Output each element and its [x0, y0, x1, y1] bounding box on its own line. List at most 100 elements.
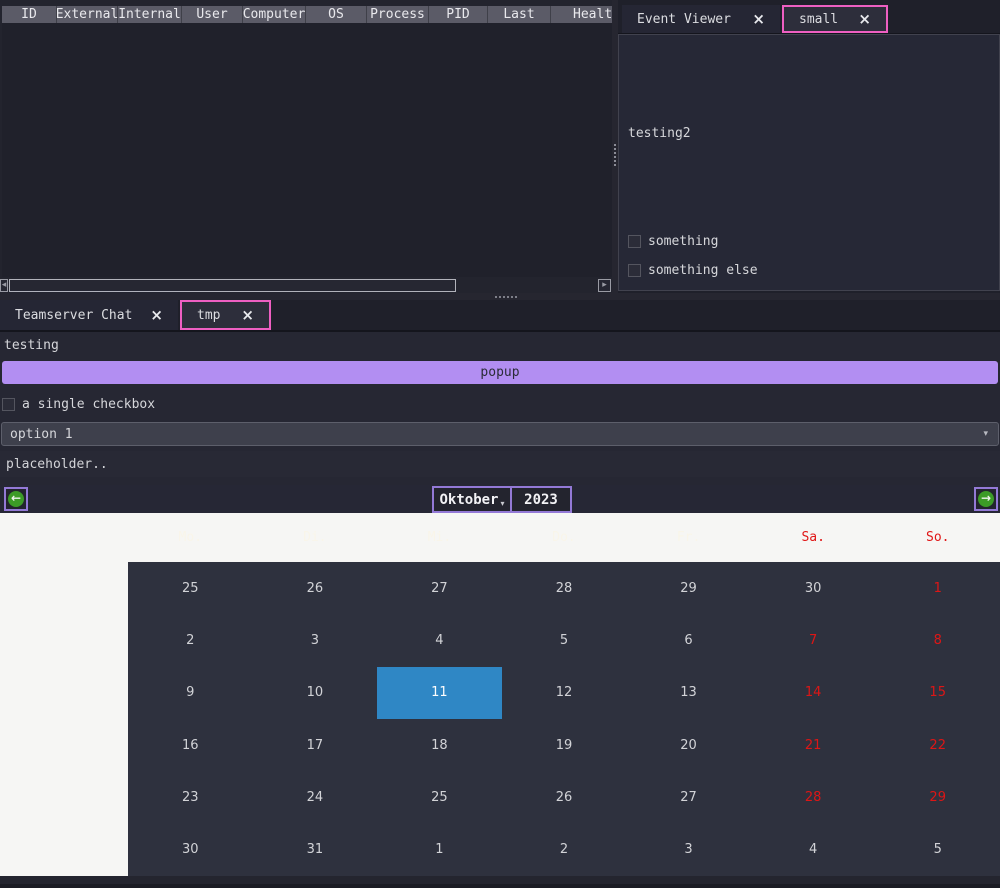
- tab-label: tmp: [197, 308, 220, 323]
- checkbox-something[interactable]: something: [628, 234, 718, 249]
- horizontal-splitter[interactable]: [0, 293, 1000, 300]
- calendar-day[interactable]: 2: [128, 614, 253, 666]
- scrollbar-thumb[interactable]: [9, 279, 456, 292]
- checkbox-icon[interactable]: [2, 398, 15, 411]
- column-header-user[interactable]: User: [182, 6, 243, 23]
- checkbox-something-else[interactable]: something else: [628, 263, 758, 278]
- month-label: Oktober: [439, 492, 498, 508]
- calendar-day[interactable]: 3: [253, 614, 378, 666]
- calendar-day[interactable]: 6: [626, 614, 751, 666]
- text-input[interactable]: [0, 451, 1000, 477]
- column-header-last[interactable]: Last: [488, 6, 551, 23]
- sessions-panel: IDExternalInternalUserComputerOSProcessP…: [0, 0, 612, 293]
- scroll-left-icon: ◂: [2, 281, 7, 290]
- tab-tmp[interactable]: tmp ×: [180, 300, 271, 330]
- calendar-day[interactable]: 4: [751, 824, 876, 876]
- calendar-day[interactable]: 28: [751, 771, 876, 823]
- next-month-button[interactable]: →: [974, 487, 998, 511]
- chevron-down-icon: ▾: [983, 429, 988, 439]
- calendar-day[interactable]: 9: [128, 667, 253, 719]
- column-header-computer[interactable]: Computer: [243, 6, 306, 23]
- calendar-day[interactable]: 3: [626, 824, 751, 876]
- column-header-pid[interactable]: PID: [429, 6, 488, 23]
- calendar-day[interactable]: 5: [875, 824, 1000, 876]
- single-checkbox[interactable]: a single checkbox: [2, 397, 155, 412]
- calendar-day[interactable]: 29: [875, 771, 1000, 823]
- calendar-day[interactable]: 12: [502, 667, 627, 719]
- calendar-day[interactable]: 10: [253, 667, 378, 719]
- calendar-day[interactable]: 23: [128, 771, 253, 823]
- calendar-day[interactable]: 2: [502, 824, 627, 876]
- tab-event-viewer[interactable]: Event Viewer ×: [622, 5, 780, 33]
- calendar-day[interactable]: 18: [377, 719, 502, 771]
- weekday-header: Di.: [253, 513, 378, 562]
- calendar-day[interactable]: 25: [377, 771, 502, 823]
- calendar-day[interactable]: 30: [128, 824, 253, 876]
- close-icon[interactable]: ×: [150, 308, 163, 323]
- close-icon[interactable]: ×: [241, 308, 254, 323]
- column-header-id[interactable]: ID: [2, 6, 57, 23]
- calendar-day[interactable]: 21: [751, 719, 876, 771]
- column-header-health[interactable]: Health: [551, 6, 612, 23]
- column-header-internal[interactable]: Internal: [118, 6, 182, 23]
- calendar-day[interactable]: 13: [626, 667, 751, 719]
- calendar-day[interactable]: 1: [377, 824, 502, 876]
- checkbox-label: something else: [648, 263, 758, 278]
- scroll-left-button[interactable]: ◂: [0, 279, 8, 292]
- horizontal-scrollbar[interactable]: ◂ ▸: [0, 278, 612, 293]
- calendar-day[interactable]: 14: [751, 667, 876, 719]
- calendar-day[interactable]: 7: [751, 614, 876, 666]
- week-number-column: [0, 562, 128, 876]
- calendar-day[interactable]: 25: [128, 562, 253, 614]
- calendar-day[interactable]: 29: [626, 562, 751, 614]
- column-header-external[interactable]: External: [57, 6, 118, 23]
- tab-label: small: [799, 12, 838, 27]
- tab-label: Teamserver Chat: [15, 308, 132, 323]
- calendar-day[interactable]: 31: [253, 824, 378, 876]
- calendar-day[interactable]: 26: [502, 771, 627, 823]
- checkbox-label: a single checkbox: [22, 397, 155, 412]
- splitter-grip-icon: [614, 144, 616, 168]
- option-select[interactable]: option 1 ▾: [1, 422, 999, 446]
- checkbox-icon[interactable]: [628, 264, 641, 277]
- calendar-day[interactable]: 5: [502, 614, 627, 666]
- close-icon[interactable]: ×: [752, 12, 765, 27]
- calendar-day[interactable]: 27: [377, 562, 502, 614]
- weekday-header: Mo.: [128, 513, 253, 562]
- year-spinner[interactable]: 2023: [510, 486, 572, 513]
- calendar-day[interactable]: 15: [875, 667, 1000, 719]
- weekday-header: Fr.: [626, 513, 751, 562]
- prev-month-button[interactable]: ←: [4, 487, 28, 511]
- calendar-day[interactable]: 1: [875, 562, 1000, 614]
- calendar-day[interactable]: 19: [502, 719, 627, 771]
- calendar-day[interactable]: 17: [253, 719, 378, 771]
- scroll-right-icon: ▸: [602, 281, 607, 290]
- calendar-day[interactable]: 28: [502, 562, 627, 614]
- calendar-day-selected[interactable]: 11: [377, 667, 502, 719]
- calendar-day[interactable]: 27: [626, 771, 751, 823]
- checkbox-icon[interactable]: [628, 235, 641, 248]
- bottom-strip: [0, 876, 1000, 888]
- calendar-day[interactable]: 8: [875, 614, 1000, 666]
- checkbox-label: something: [648, 234, 718, 249]
- month-button[interactable]: Oktober ▾: [432, 486, 512, 513]
- calendar-day[interactable]: 20: [626, 719, 751, 771]
- column-header-process[interactable]: Process: [367, 6, 429, 23]
- calendar-day[interactable]: 24: [253, 771, 378, 823]
- calendar-day[interactable]: 26: [253, 562, 378, 614]
- select-value: option 1: [10, 427, 73, 442]
- scroll-right-button[interactable]: ▸: [598, 279, 611, 292]
- calendar-day[interactable]: 4: [377, 614, 502, 666]
- calendar-weekday-row: Mo.Di.Mi.Do.Fr.Sa.So.: [0, 513, 1000, 562]
- calendar-day[interactable]: 22: [875, 719, 1000, 771]
- chat-message: testing: [4, 338, 59, 353]
- close-icon[interactable]: ×: [858, 12, 871, 27]
- calendar-day[interactable]: 30: [751, 562, 876, 614]
- column-header-os[interactable]: OS: [306, 6, 367, 23]
- calendar-day[interactable]: 16: [128, 719, 253, 771]
- weekday-header: Mi.: [377, 513, 502, 562]
- table-body[interactable]: [2, 23, 612, 277]
- popup-button[interactable]: popup: [2, 361, 998, 384]
- tab-small[interactable]: small ×: [782, 5, 888, 33]
- tab-teamserver-chat[interactable]: Teamserver Chat ×: [0, 300, 178, 330]
